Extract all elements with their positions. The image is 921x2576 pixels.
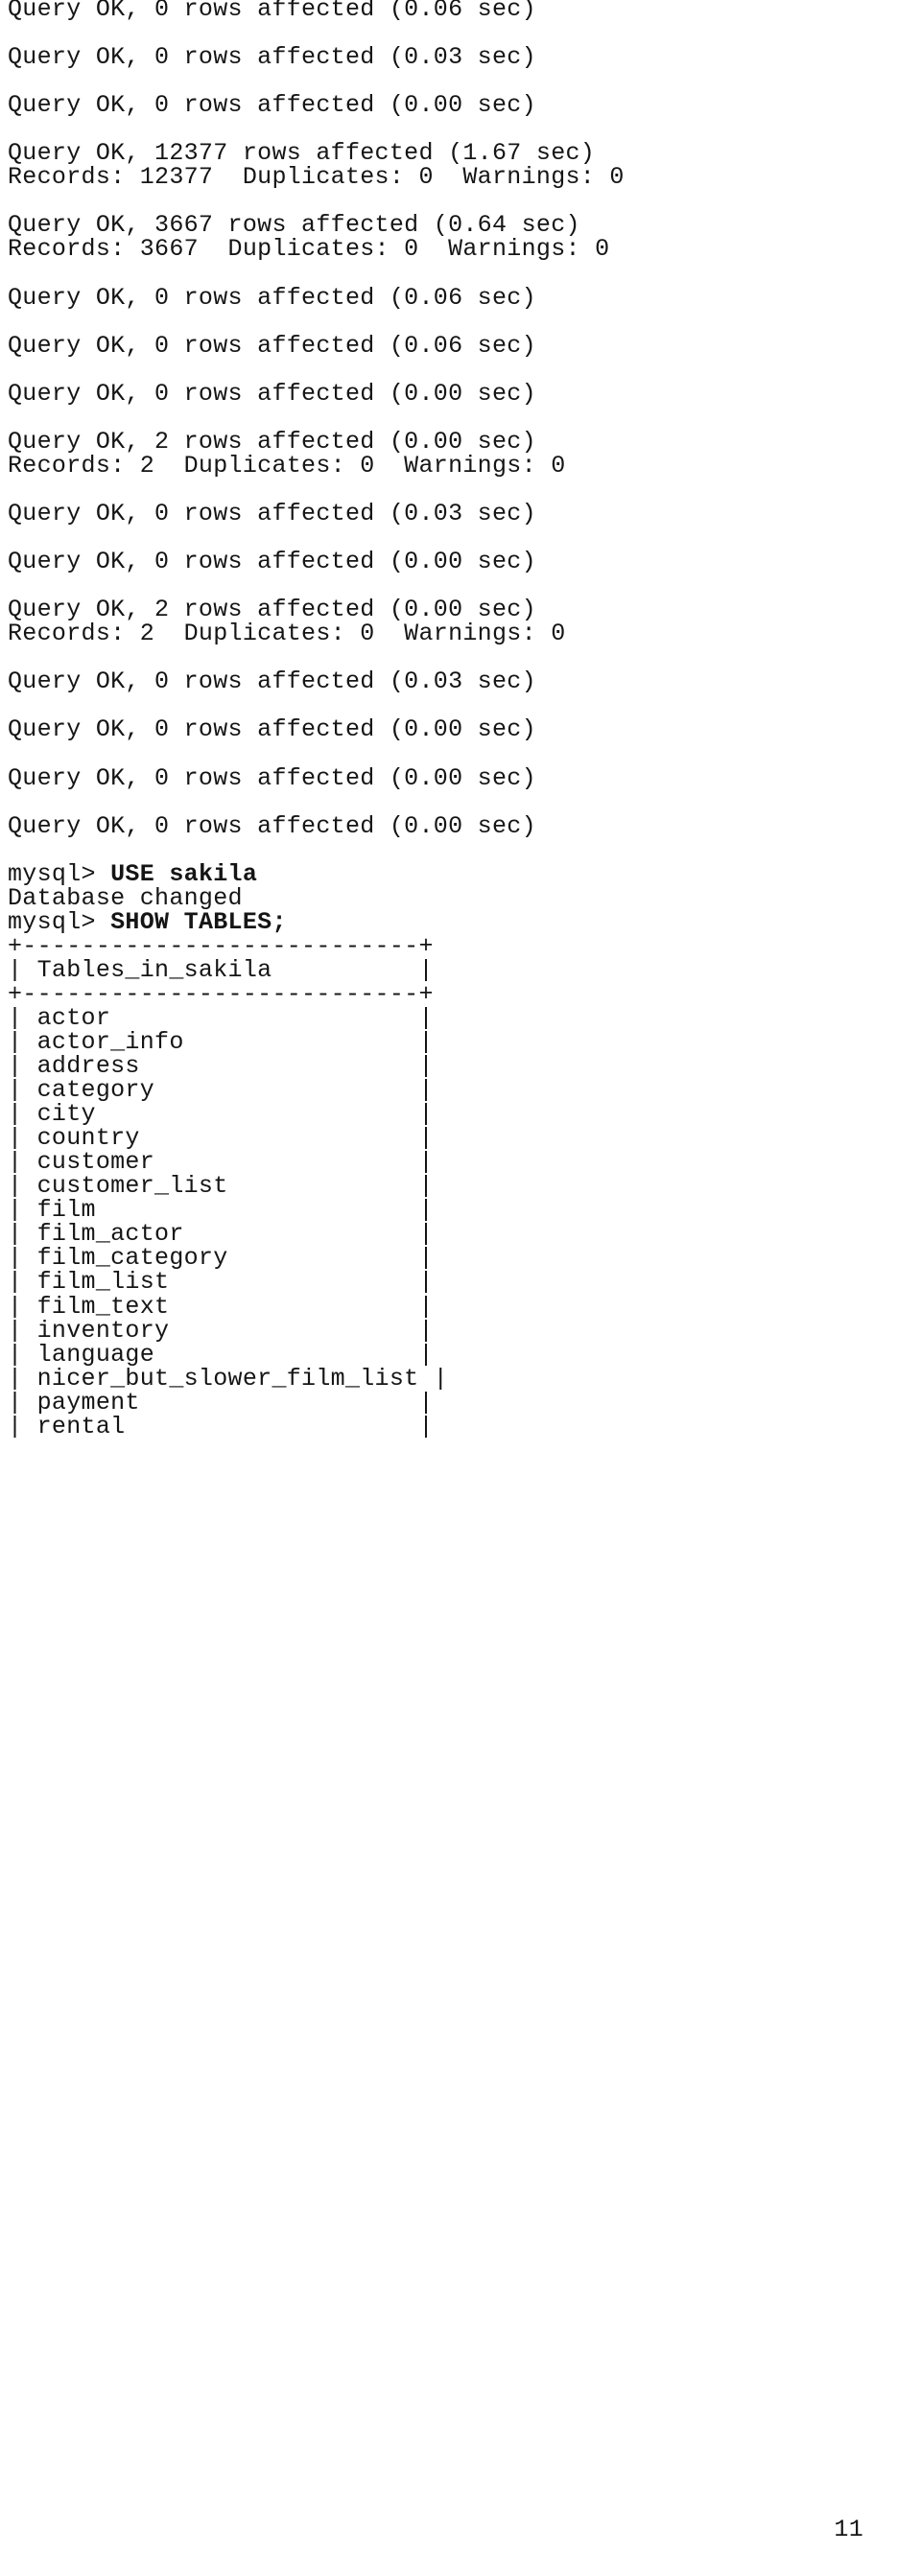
console-line: Records: 2 Duplicates: 0 Warnings: 0 — [8, 451, 566, 480]
console-line: mysql> SHOW TABLES; — [8, 910, 913, 934]
console-line: | address | — [8, 1052, 434, 1081]
console-line: Records: 12377 Duplicates: 0 Warnings: 0 — [8, 163, 625, 192]
console-line: Query OK, 0 rows affected (0.03 sec) — [8, 667, 536, 696]
console-line: | country | — [8, 1124, 434, 1153]
mysql-console-output: Query OK, 0 rows affected (0.06 sec) Que… — [8, 0, 913, 1439]
console-line: Query OK, 2 rows affected (0.00 sec) — [8, 596, 536, 624]
console-line: Query OK, 0 rows affected (0.00 sec) — [8, 811, 536, 840]
console-line: | nicer_but_slower_film_list | — [8, 1364, 449, 1393]
console-line: | payment | — [8, 1388, 434, 1417]
console-line: Query OK, 0 rows affected (0.00 sec) — [8, 715, 536, 744]
console-line: Query OK, 3667 rows affected (0.64 sec) — [8, 211, 580, 240]
console-line: Records: 2 Duplicates: 0 Warnings: 0 — [8, 620, 566, 648]
console-line: Query OK, 12377 rows affected (1.67 sec) — [8, 139, 596, 168]
console-line: | film_text | — [8, 1292, 434, 1321]
console-line: Query OK, 0 rows affected (0.00 sec) — [8, 91, 536, 120]
console-line: Database changed — [8, 883, 243, 912]
console-line: | category | — [8, 1076, 434, 1105]
console-line: Query OK, 0 rows affected (0.06 sec) — [8, 331, 536, 360]
console-line: Query OK, 0 rows affected (0.00 sec) — [8, 763, 536, 792]
console-line: Query OK, 0 rows affected (0.03 sec) — [8, 43, 536, 72]
console-line: | film_actor | — [8, 1220, 434, 1249]
console-line: Query OK, 0 rows affected (0.00 sec) — [8, 548, 536, 576]
console-line: | customer | — [8, 1148, 434, 1177]
console-line: | film_list | — [8, 1268, 434, 1297]
console-line: Query OK, 2 rows affected (0.00 sec) — [8, 427, 536, 456]
console-line: Query OK, 0 rows affected (0.03 sec) — [8, 499, 536, 527]
console-line: Records: 3667 Duplicates: 0 Warnings: 0 — [8, 235, 610, 264]
console-line: | Tables_in_sakila | — [8, 955, 434, 984]
console-line: Query OK, 0 rows affected (0.00 sec) — [8, 379, 536, 408]
console-line: | language | — [8, 1340, 434, 1369]
console-line: Query OK, 0 rows affected (0.06 sec) — [8, 0, 536, 23]
console-line: | actor | — [8, 1003, 434, 1032]
console-line: | actor_info | — [8, 1028, 434, 1057]
console-line: | rental | — [8, 1412, 434, 1440]
console-line: +---------------------------+ — [8, 979, 434, 1008]
console-line: mysql> USE sakila — [8, 862, 913, 886]
console-line: | city | — [8, 1100, 434, 1129]
console-line: | inventory | — [8, 1316, 434, 1345]
console-line: | film_category | — [8, 1244, 434, 1273]
console-line: +---------------------------+ — [8, 931, 434, 960]
document-page: Query OK, 0 rows affected (0.06 sec) Que… — [0, 0, 921, 2576]
page-number: 11 — [834, 2516, 863, 2543]
console-line: | customer_list | — [8, 1172, 434, 1201]
console-line: Query OK, 0 rows affected (0.06 sec) — [8, 283, 536, 312]
console-line: | film | — [8, 1196, 434, 1225]
